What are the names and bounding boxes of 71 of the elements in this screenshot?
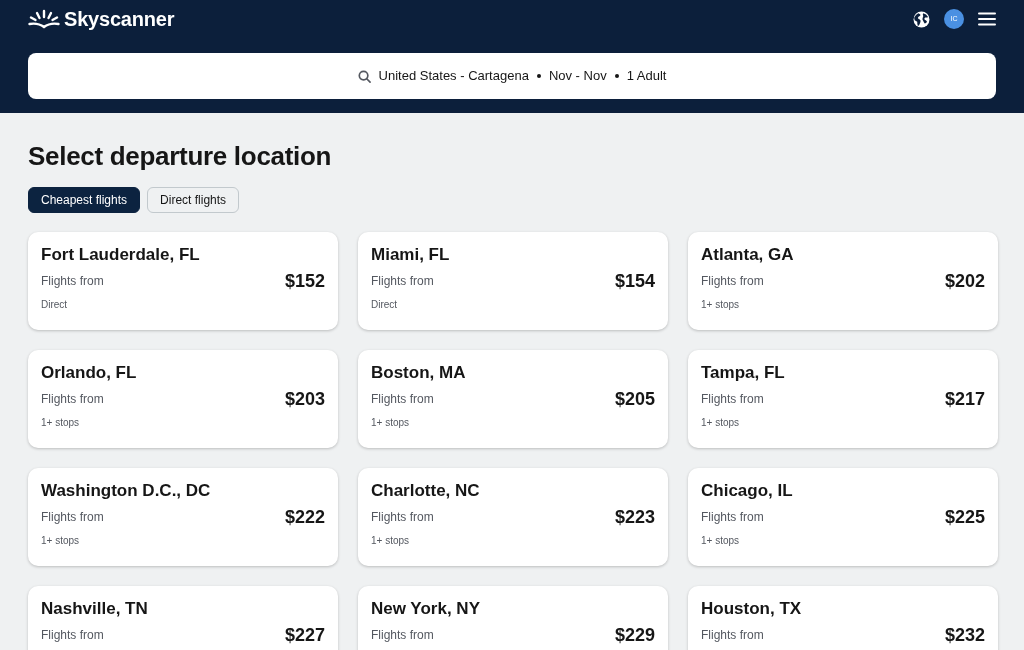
price: $205 <box>614 388 655 410</box>
flights-from-label: Flights from <box>41 391 104 408</box>
stops-label: 1+ stops <box>371 416 411 430</box>
menu-icon[interactable] <box>978 12 996 26</box>
price: $202 <box>944 270 985 292</box>
flights-from-label: Flights from <box>41 273 104 290</box>
city-name: Charlotte, NC <box>371 480 481 502</box>
price: $203 <box>284 388 325 410</box>
city-name: Tampa, FL <box>701 362 786 384</box>
flights-from-label: Flights from <box>371 391 434 408</box>
filter-tab[interactable]: Cheapest flights <box>28 187 141 213</box>
city-name: Atlanta, GA <box>701 244 795 266</box>
city-name: Fort Lauderdale, FL <box>41 244 201 266</box>
price: $222 <box>284 506 325 528</box>
destination-card[interactable]: Houston, TX Flights from $232 <box>688 586 998 650</box>
destination-card[interactable]: Orlando, FL Flights from $203 1+ stops <box>28 350 338 448</box>
dot-icon <box>614 74 619 78</box>
flights-from-label: Flights from <box>701 391 764 408</box>
flights-from-label: Flights from <box>41 509 104 526</box>
destination-card[interactable]: Nashville, TN Flights from $227 <box>28 586 338 650</box>
destination-card[interactable]: Tampa, FL Flights from $217 1+ stops <box>688 350 998 448</box>
skyscanner-logo[interactable]: Skyscanner <box>28 9 175 29</box>
destination-card[interactable]: Charlotte, NC Flights from $223 1+ stops <box>358 468 668 566</box>
search-icon <box>357 69 371 83</box>
destination-card[interactable]: Atlanta, GA Flights from $202 1+ stops <box>688 232 998 330</box>
globe-icon[interactable] <box>913 10 930 28</box>
destination-card[interactable]: Miami, FL Flights from $154 Direct <box>358 232 668 330</box>
stops-label: 1+ stops <box>701 534 741 548</box>
stops-label: 1+ stops <box>701 298 741 312</box>
price: $223 <box>614 506 655 528</box>
flights-from-label: Flights from <box>701 509 764 526</box>
price: $217 <box>944 388 985 410</box>
city-name: Chicago, IL <box>701 480 794 502</box>
search-summary-text: Nov - Nov <box>548 67 607 86</box>
search-summary-text: United States - Cartagena <box>378 67 529 86</box>
price: $225 <box>944 506 985 528</box>
destination-card[interactable]: Fort Lauderdale, FL Flights from $152 Direct <box>28 232 338 330</box>
city-name: Orlando, FL <box>41 362 138 384</box>
stops-label: Direct <box>371 298 399 312</box>
city-name: New York, NY <box>371 598 481 620</box>
filter-tab[interactable]: Direct flights <box>147 187 240 213</box>
flights-from-label: Flights from <box>41 627 104 644</box>
flights-from-label: Flights from <box>701 627 764 644</box>
destination-card[interactable]: Chicago, IL Flights from $225 1+ stops <box>688 468 998 566</box>
search-summary-field[interactable]: United States - Cartagena Nov - Nov 1 Adult <box>28 53 996 99</box>
stops-label: Direct <box>41 298 69 312</box>
stops-label: 1+ stops <box>701 416 741 430</box>
city-name: Boston, MA <box>371 362 467 384</box>
stops-label: 1+ stops <box>41 416 81 430</box>
dot-icon <box>536 74 541 78</box>
stops-label: 1+ stops <box>41 534 81 548</box>
city-name: Houston, TX <box>701 598 803 620</box>
flights-from-label: Flights from <box>371 273 434 290</box>
price: $154 <box>614 270 655 292</box>
stops-label: 1+ stops <box>371 534 411 548</box>
city-name: Nashville, TN <box>41 598 149 620</box>
sunrise-icon <box>28 9 60 29</box>
destination-card[interactable]: Washington D.C., DC Flights from $222 1+ stops <box>28 468 338 566</box>
search-summary-text: 1 Adult <box>626 67 667 86</box>
price: $229 <box>614 624 655 646</box>
city-name: Miami, FL <box>371 244 451 266</box>
destination-card[interactable]: New York, NY Flights from $229 <box>358 586 668 650</box>
price: $232 <box>944 624 985 646</box>
price: $152 <box>284 270 325 292</box>
city-name: Washington D.C., DC <box>41 480 212 502</box>
flights-from-label: Flights from <box>371 509 434 526</box>
price: $227 <box>284 624 325 646</box>
flights-from-label: Flights from <box>701 273 764 290</box>
page-title: Select departure location <box>28 141 333 171</box>
flights-from-label: Flights from <box>371 627 434 644</box>
destination-card[interactable]: Boston, MA Flights from $205 1+ stops <box>358 350 668 448</box>
